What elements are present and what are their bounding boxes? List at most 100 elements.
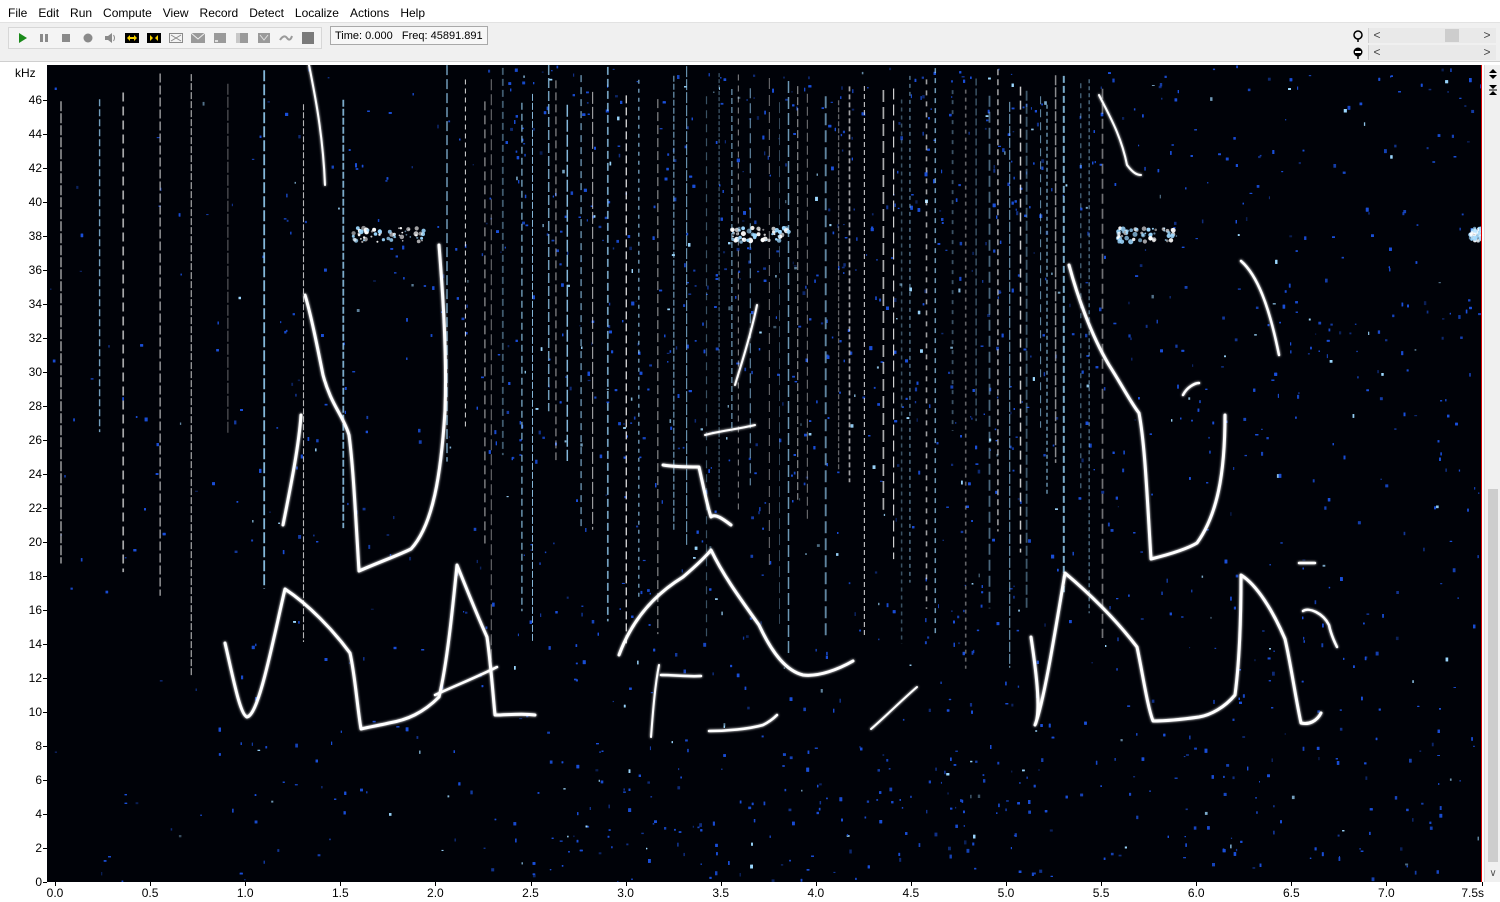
noise-speck xyxy=(1048,723,1051,728)
freq-zoom-slider[interactable]: < > xyxy=(1368,45,1496,60)
menu-compute[interactable]: Compute xyxy=(99,0,159,22)
block-button[interactable] xyxy=(297,28,319,48)
noise-speck xyxy=(1312,479,1315,483)
noise-speck xyxy=(1071,333,1075,336)
noise-speck xyxy=(156,443,159,447)
time-zoom-slider[interactable]: < > xyxy=(1368,28,1496,43)
noise-speck xyxy=(691,117,693,121)
menu-detect[interactable]: Detect xyxy=(245,0,291,22)
tonal-blob xyxy=(1116,236,1120,240)
noise-speck xyxy=(653,205,656,209)
x-tick xyxy=(720,882,722,886)
noise-speck xyxy=(600,780,604,784)
menu-actions[interactable]: Actions xyxy=(346,0,396,22)
noise-speck xyxy=(1112,451,1115,454)
noise-speck xyxy=(390,248,394,250)
noise-speck xyxy=(1450,68,1452,72)
zoom-selection-button[interactable] xyxy=(165,28,187,48)
noise-speck xyxy=(843,263,846,267)
noise-speck xyxy=(736,673,740,678)
noise-speck xyxy=(783,76,785,79)
noise-speck xyxy=(837,532,839,534)
pause-button[interactable] xyxy=(33,28,55,48)
noise-speck xyxy=(1255,797,1257,799)
y-tick-label: 34 xyxy=(28,297,42,311)
noise-speck xyxy=(1169,296,1171,299)
noise-speck xyxy=(739,800,742,804)
noise-speck xyxy=(366,791,368,794)
freq-zoom-left-arrow[interactable]: < xyxy=(1371,45,1383,60)
stop-button[interactable] xyxy=(55,28,77,48)
noise-speck xyxy=(570,191,574,195)
menu-localize[interactable]: Localize xyxy=(291,0,346,22)
menu-view[interactable]: View xyxy=(159,0,196,22)
noise-speck xyxy=(975,445,978,450)
noise-speck xyxy=(595,769,599,772)
vscroll-collapse-button[interactable] xyxy=(1486,83,1500,97)
noise-speck xyxy=(844,237,848,239)
noise-speck xyxy=(1469,306,1472,310)
tonal-blob xyxy=(1119,239,1125,244)
menu-record[interactable]: Record xyxy=(196,0,246,22)
noise-speck xyxy=(1273,805,1275,808)
time-zoom-thumb[interactable] xyxy=(1445,29,1459,42)
noise-speck xyxy=(655,483,657,488)
tonal-blob xyxy=(353,237,357,242)
noise-speck xyxy=(806,869,810,871)
noise-speck xyxy=(556,65,559,69)
noise-speck xyxy=(1406,865,1408,868)
noise-speck xyxy=(1017,685,1020,688)
zoom-out-time-button[interactable] xyxy=(143,28,165,48)
noise-speck xyxy=(837,471,840,474)
menu-run[interactable]: Run xyxy=(66,0,99,22)
noise-speck xyxy=(874,571,878,574)
marker-button[interactable] xyxy=(231,28,253,48)
noise-speck xyxy=(1438,783,1440,785)
record-button[interactable] xyxy=(77,28,99,48)
time-zoom-left-arrow[interactable]: < xyxy=(1371,28,1383,43)
noise-speck xyxy=(540,613,542,617)
noise-speck xyxy=(1368,331,1370,335)
noise-speck xyxy=(1157,169,1160,173)
noise-speck xyxy=(843,224,845,226)
noise-speck xyxy=(244,879,246,881)
play-button[interactable] xyxy=(11,28,33,48)
noise-speck xyxy=(514,666,516,670)
noise-speck xyxy=(1017,802,1020,805)
noise-speck xyxy=(694,340,697,342)
noise-speck xyxy=(202,101,205,106)
noise-speck xyxy=(257,749,261,751)
detector-button[interactable] xyxy=(275,28,297,48)
vscroll-thumb[interactable] xyxy=(1488,489,1498,862)
noise-speck xyxy=(735,296,737,299)
menu-edit[interactable]: Edit xyxy=(34,0,66,22)
noise-speck xyxy=(1440,400,1443,402)
noise-speck xyxy=(1044,101,1047,105)
noise-speck xyxy=(195,688,197,691)
zoom-in-time-button[interactable] xyxy=(121,28,143,48)
noise-speck xyxy=(804,87,806,92)
freq-zoom-right-arrow[interactable]: > xyxy=(1481,45,1493,60)
vscroll-down-arrow-icon[interactable]: ∨ xyxy=(1486,867,1500,881)
menu-file[interactable]: File xyxy=(4,0,34,22)
noise-speck xyxy=(905,832,908,835)
noise-speck xyxy=(283,218,287,220)
noise-speck xyxy=(523,143,526,145)
noise-speck xyxy=(747,247,749,250)
noise-speck xyxy=(891,801,894,804)
noise-speck xyxy=(1161,97,1163,100)
waveform-button[interactable] xyxy=(209,28,231,48)
menu-help[interactable]: Help xyxy=(396,0,432,22)
noise-speck xyxy=(970,416,972,418)
filter-button[interactable] xyxy=(253,28,275,48)
noise-speck xyxy=(910,94,912,99)
time-zoom-right-arrow[interactable]: > xyxy=(1481,28,1493,43)
envelope-button[interactable] xyxy=(187,28,209,48)
spectrogram-canvas[interactable] xyxy=(47,65,1482,882)
vscroll-up-button[interactable] xyxy=(1486,67,1500,81)
noise-speck xyxy=(1457,597,1459,599)
noise-speck xyxy=(1189,735,1191,740)
speaker-button[interactable] xyxy=(99,28,121,48)
noise-speck xyxy=(696,530,699,534)
vertical-scrollbar[interactable]: ∨ xyxy=(1484,65,1500,882)
